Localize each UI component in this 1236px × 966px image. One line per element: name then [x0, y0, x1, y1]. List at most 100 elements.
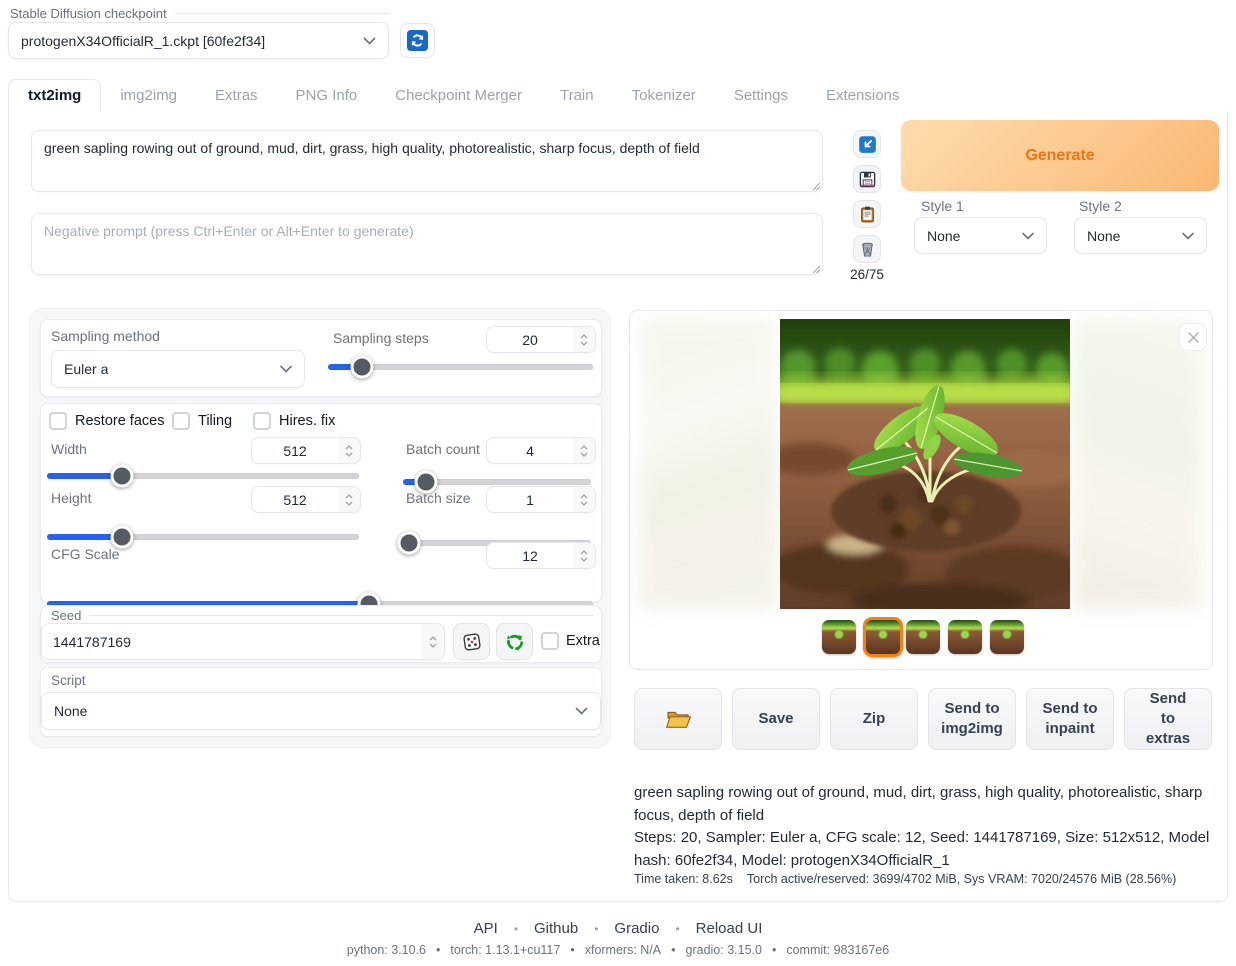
height-input[interactable]: 512	[251, 486, 361, 513]
refresh-icon	[406, 29, 429, 52]
batch-size-input[interactable]: 1	[486, 486, 596, 513]
sampling-steps-slider[interactable]	[328, 364, 593, 370]
recycle-icon	[504, 631, 526, 653]
slider-thumb[interactable]	[110, 465, 133, 488]
batch-count-slider[interactable]	[403, 479, 591, 485]
script-card: Script None	[40, 667, 602, 737]
gallery-preview-right	[1074, 319, 1202, 609]
reuse-seed-button[interactable]	[496, 623, 533, 660]
sampling-method-select[interactable]: Euler a	[51, 350, 305, 388]
random-seed-button[interactable]	[453, 623, 490, 660]
stepper-arrows[interactable]	[338, 487, 360, 512]
stepper-arrows[interactable]	[338, 438, 360, 463]
stepper-arrows[interactable]	[573, 543, 595, 568]
gallery-thumbnail-5[interactable]	[990, 620, 1024, 654]
github-link[interactable]: Github	[534, 920, 578, 937]
gallery-thumbnail-4[interactable]	[948, 620, 982, 654]
paste-generation-params-button[interactable]	[853, 130, 881, 158]
script-select[interactable]: None	[41, 692, 601, 730]
stepper-arrows[interactable]	[573, 487, 595, 512]
stepper-arrows[interactable]	[422, 624, 444, 659]
send-to-inpaint-button[interactable]: Send to inpaint	[1026, 688, 1114, 750]
chevron-down-icon	[345, 452, 353, 457]
apply-style-button[interactable]	[853, 200, 881, 228]
save-style-button[interactable]	[853, 165, 881, 193]
api-link[interactable]: API	[474, 920, 498, 937]
close-gallery-button[interactable]	[1179, 323, 1207, 351]
performance-info: Time taken: 8.62s Torch active/reserved:…	[634, 872, 1214, 886]
restore-faces-checkbox[interactable]	[49, 412, 67, 430]
open-output-folder-button[interactable]	[634, 688, 722, 750]
stepper-arrows[interactable]	[573, 327, 595, 352]
reload-ui-link[interactable]: Reload UI	[696, 920, 763, 937]
sampling-card: Sampling method Euler a Sampling steps 2…	[40, 319, 602, 397]
gallery-thumbnail-1[interactable]	[822, 620, 856, 654]
output-prompt-text: green sapling rowing out of ground, mud,…	[634, 782, 1214, 827]
tab-tokenizer[interactable]: Tokenizer	[613, 80, 715, 111]
tab-png-info[interactable]: PNG Info	[277, 80, 377, 111]
slider-thumb[interactable]	[351, 356, 374, 379]
batch-size-label: Batch size	[406, 490, 471, 506]
chevron-down-icon	[429, 643, 437, 648]
commit-hash: commit: 983167e6	[786, 943, 889, 957]
seed-card: Seed 1441787169	[40, 605, 602, 663]
style1-value: None	[927, 228, 960, 244]
style2-label: Style 2	[1079, 198, 1122, 214]
refresh-checkpoint-button[interactable]	[400, 23, 435, 58]
stepper-arrows[interactable]	[573, 438, 595, 463]
tiling-checkbox[interactable]	[172, 412, 190, 430]
gallery-thumbnail-2-selected[interactable]	[863, 617, 903, 657]
prompt-input[interactable]: green sapling rowing out of ground, mud,…	[31, 130, 823, 192]
tab-settings[interactable]: Settings	[715, 80, 807, 111]
time-taken-text: Time taken: 8.62s	[634, 872, 733, 886]
generated-image[interactable]	[780, 319, 1070, 609]
chevron-up-icon	[580, 334, 588, 339]
generate-button[interactable]: Generate	[901, 120, 1219, 191]
zip-button[interactable]: Zip	[830, 688, 918, 750]
batch-count-input[interactable]: 4	[486, 437, 596, 464]
tab-extensions[interactable]: Extensions	[807, 80, 918, 111]
tab-train[interactable]: Train	[541, 80, 613, 111]
gallery-thumbnail-3[interactable]	[906, 620, 940, 654]
send-to-img2img-button[interactable]: Send to img2img	[928, 688, 1016, 750]
extra-seed-checkbox[interactable]	[541, 632, 559, 650]
tab-txt2img[interactable]: txt2img	[8, 79, 101, 112]
height-slider[interactable]	[47, 534, 359, 540]
bullet-separator: •	[671, 943, 675, 957]
bullet-separator: •	[772, 943, 776, 957]
chevron-down-icon	[580, 501, 588, 506]
chevron-up-icon	[345, 494, 353, 499]
tab-extras[interactable]: Extras	[196, 80, 277, 111]
negative-prompt-input[interactable]	[31, 213, 823, 275]
chevron-down-icon	[575, 707, 588, 715]
chevron-down-icon	[363, 37, 376, 45]
chevron-up-icon	[580, 445, 588, 450]
style2-select[interactable]: None	[1074, 217, 1207, 254]
sampling-method-label: Sampling method	[51, 328, 160, 344]
style2-value: None	[1087, 228, 1120, 244]
output-params-text: Steps: 20, Sampler: Euler a, CFG scale: …	[634, 827, 1214, 872]
sampling-steps-label: Sampling steps	[333, 330, 429, 346]
close-icon	[1187, 331, 1200, 344]
dimensions-card: Restore faces Tiling Hires. fix Width 51…	[40, 403, 602, 603]
width-slider[interactable]	[47, 473, 359, 479]
cfg-scale-input[interactable]: 12	[486, 542, 596, 569]
gradio-link[interactable]: Gradio	[614, 920, 659, 937]
slider-thumb[interactable]	[397, 532, 420, 555]
bullet-separator: •	[436, 943, 440, 957]
bullet-separator: •	[514, 922, 518, 936]
stable-diffusion-webui: Stable Diffusion checkpoint protogenX34O…	[0, 0, 1236, 966]
style1-select[interactable]: None	[914, 217, 1047, 254]
width-input[interactable]: 512	[251, 437, 361, 464]
hires-fix-checkbox[interactable]	[253, 412, 271, 430]
tab-img2img[interactable]: img2img	[101, 80, 196, 111]
sampling-method-value: Euler a	[64, 361, 108, 377]
send-to-extras-button[interactable]: Send to extras	[1124, 688, 1212, 750]
seed-input[interactable]: 1441787169	[41, 623, 445, 660]
sampling-steps-input[interactable]: 20	[486, 326, 596, 353]
bullet-separator: •	[675, 922, 679, 936]
clear-prompt-button[interactable]	[853, 235, 881, 263]
save-button[interactable]: Save	[732, 688, 820, 750]
checkpoint-select[interactable]: protogenX34OfficialR_1.ckpt [60fe2f34]	[8, 22, 389, 59]
tab-checkpoint-merger[interactable]: Checkpoint Merger	[376, 80, 541, 111]
